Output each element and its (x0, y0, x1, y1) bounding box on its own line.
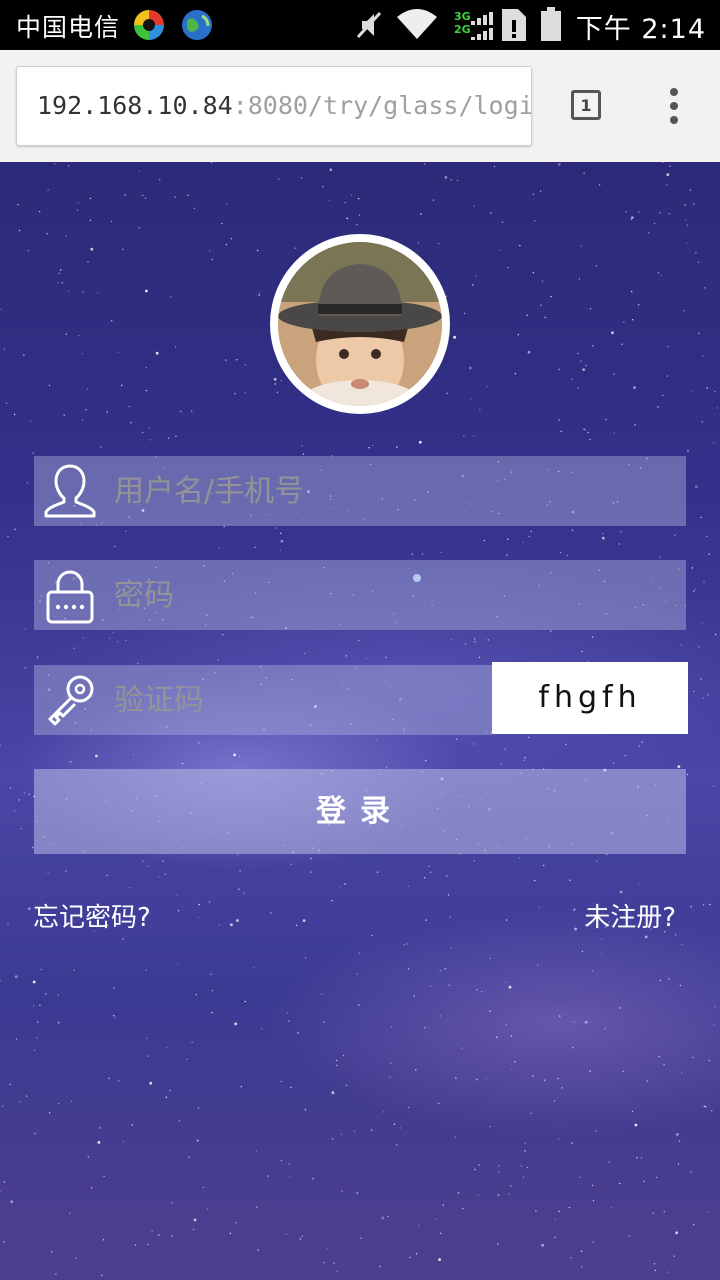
register-link[interactable]: 未注册? (584, 897, 676, 934)
mute-icon (356, 11, 382, 39)
wifi-icon (397, 9, 437, 39)
captcha-field (34, 665, 492, 735)
globe-sync-icon (182, 10, 212, 40)
avatar (270, 234, 450, 414)
login-page: fhgfh 登录 忘记密码? 未注册? (0, 162, 720, 1280)
signal-icon (471, 12, 493, 40)
child-portrait (278, 242, 442, 406)
address-bar[interactable]: 192.168.10.84:8080/try/glass/login. (16, 66, 532, 146)
battery-icon (541, 7, 561, 41)
url-host: 192.168.10.84 (37, 91, 233, 120)
username-field (34, 456, 686, 526)
sim-alert-icon (502, 9, 526, 41)
overflow-menu-icon[interactable] (664, 88, 684, 124)
username-input[interactable] (114, 456, 674, 526)
browser-toolbar: 192.168.10.84:8080/try/glass/login. 1 (0, 50, 720, 162)
clock: 下午 2:14 (575, 14, 706, 45)
captcha-input[interactable] (114, 665, 484, 735)
user-icon (44, 464, 96, 518)
app-icon (134, 10, 164, 40)
tab-switcher-button[interactable]: 1 (571, 90, 601, 120)
login-button[interactable]: 登录 (34, 769, 686, 854)
lock-icon (46, 570, 94, 624)
key-icon (48, 675, 94, 726)
password-field (34, 560, 686, 630)
forgot-password-link[interactable]: 忘记密码? (33, 897, 151, 934)
password-input[interactable] (114, 560, 674, 630)
captcha-image[interactable]: fhgfh (492, 662, 688, 734)
carrier-label: 中国电信 (16, 13, 121, 42)
status-bar: 中国电信 3G 2G 下午 2:14 (0, 0, 720, 50)
url-path: :8080/try/glass/login. (232, 91, 532, 120)
network-type-label: 3G 2G (454, 10, 471, 36)
